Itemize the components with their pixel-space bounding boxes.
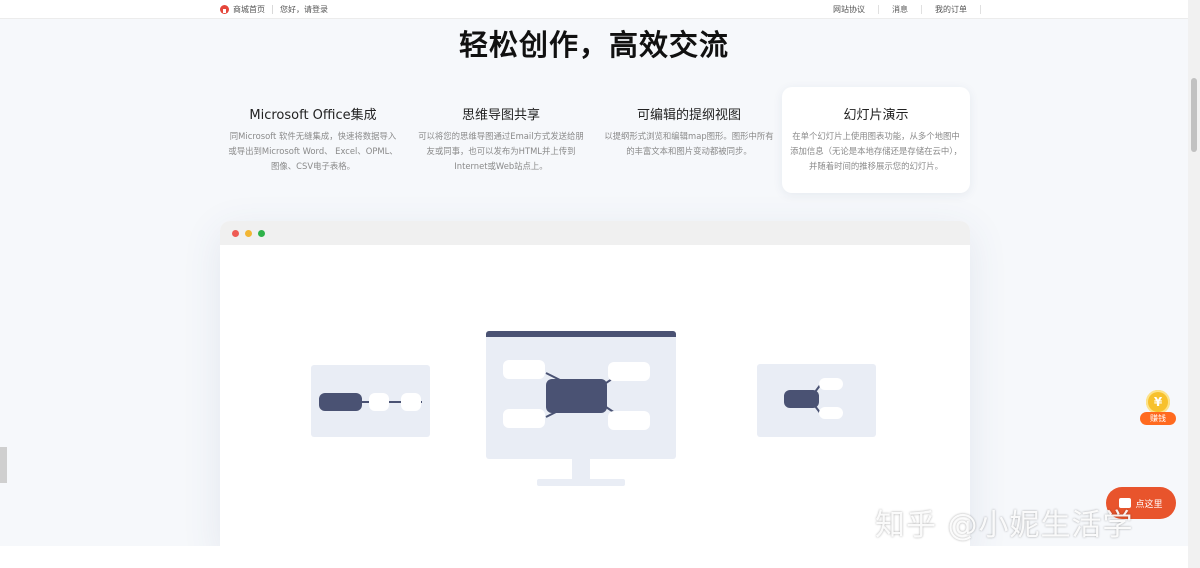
chat-button-label: 点这里 [1135, 499, 1163, 510]
top-nav-right: 网站协议 消息 我的订单 [820, 0, 981, 18]
maximize-dot-icon [258, 229, 265, 237]
messages-link[interactable]: 消息 [879, 4, 922, 14]
top-nav-bar: 商城首页 您好，请登录 网站协议 消息 我的订单 [0, 0, 1188, 19]
close-dot-icon [232, 229, 239, 237]
side-handle[interactable] [0, 447, 7, 483]
mindmap-child-node [819, 378, 843, 390]
minimize-dot-icon [245, 229, 252, 237]
mindmap-branch-node [503, 360, 545, 379]
scrollbar-thumb[interactable] [1191, 78, 1197, 152]
feature-description: 在单个幻灯片上使用图表功能，从多个地图中添加信息（无论是本地存储还是存储在云中）… [790, 131, 962, 171]
vertical-scrollbar[interactable] [1188, 0, 1200, 568]
mindmap-panel-right [757, 364, 876, 437]
my-orders-link[interactable]: 我的订单 [922, 4, 981, 14]
mindmap-root-node [319, 393, 362, 411]
feature-description: 可以将您的思维导图通过Email方式发送给朋友或同事，也可以发布为HTML并上传… [418, 131, 584, 171]
mindmap-branch-node [608, 411, 650, 430]
earn-money-widget[interactable]: ¥ 赚钱 [1139, 388, 1177, 428]
feature-title: 可编辑的提纲视图 [636, 108, 741, 123]
page-title: 轻松创作，高效交流 [458, 28, 729, 62]
feature-card-office[interactable]: Microsoft Office集成 同Microsoft 软件无缝集成，快速将… [219, 87, 407, 193]
mindmap-branch-node [503, 409, 545, 428]
page-bottom-area [0, 546, 1188, 568]
mindmap-root-node [784, 390, 819, 408]
feature-card-slideshow[interactable]: 幻灯片演示 在单个幻灯片上使用图表功能，从多个地图中添加信息（无论是本地存储还是… [782, 87, 970, 193]
top-nav-left: 商城首页 您好，请登录 [220, 0, 328, 18]
browser-window-illustration [220, 221, 970, 551]
mindmap-child-node [401, 393, 421, 411]
earn-money-label: 赚钱 [1140, 412, 1176, 425]
mindmap-child-node [369, 393, 389, 411]
feature-description: 以提纲形式浏览和编辑map图形。图形中所有的丰富文本和图片变动都被同步。 [604, 131, 774, 156]
monitor-base [537, 479, 625, 486]
feature-title: 幻灯片演示 [843, 108, 909, 123]
feature-title: Microsoft Office集成 [249, 108, 377, 123]
mindmap-child-node [819, 407, 843, 419]
mindmap-branch-node [608, 362, 650, 381]
feature-card-share[interactable]: 思维导图共享 可以将您的思维导图通过Email方式发送给朋友或同事，也可以发布为… [407, 87, 595, 193]
home-link[interactable]: 商城首页 [233, 4, 265, 15]
feature-description: 同Microsoft 软件无缝集成，快速将数据导入或导出到Microsoft W… [228, 131, 398, 171]
mindmap-panel-left [311, 365, 430, 437]
divider [272, 4, 273, 14]
monitor-stand [572, 459, 590, 481]
site-agreement-link[interactable]: 网站协议 [820, 4, 879, 14]
feature-card-outline[interactable]: 可编辑的提纲视图 以提纲形式浏览和编辑map图形。图形中所有的丰富文本和图片变动… [595, 87, 783, 193]
watermark-text: 知乎 @小妮生活学 [875, 508, 1134, 543]
login-link[interactable]: 您好，请登录 [280, 4, 328, 15]
mindmap-central-node [546, 379, 607, 413]
feature-title: 思维导图共享 [461, 108, 540, 123]
home-icon [220, 4, 229, 14]
coin-icon: ¥ [1146, 390, 1170, 414]
window-title-bar [220, 221, 970, 245]
monitor-illustration [486, 331, 676, 459]
